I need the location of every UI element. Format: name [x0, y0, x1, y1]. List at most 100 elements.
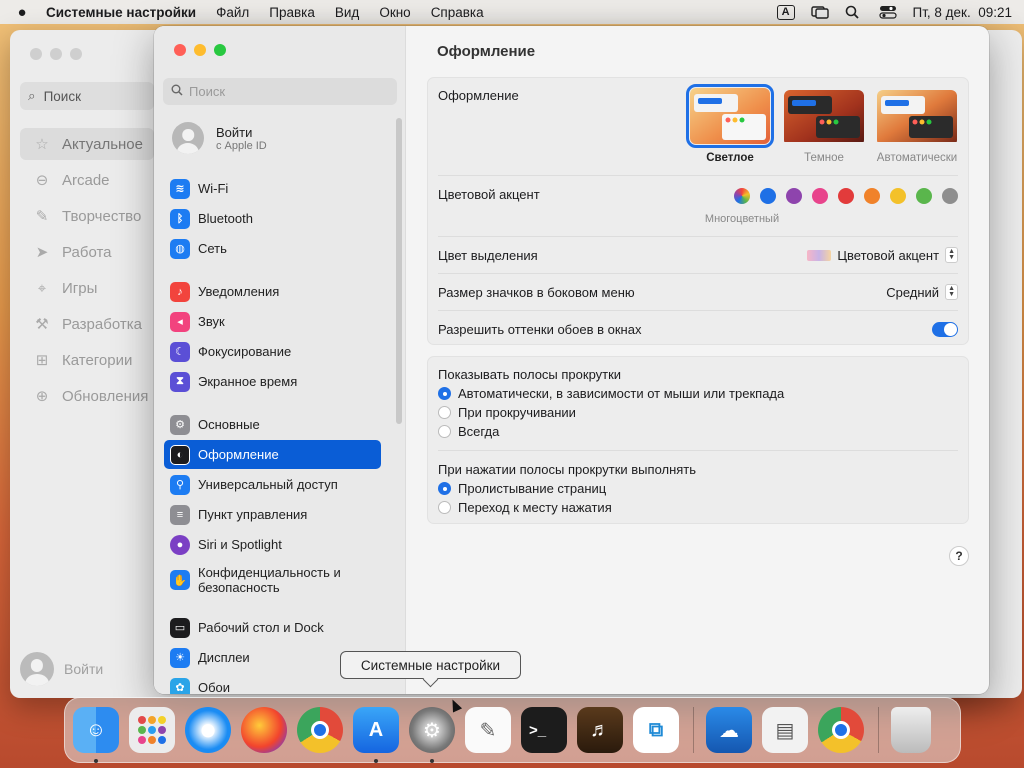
launchpad-icon[interactable] [129, 707, 175, 753]
firefox-icon[interactable] [241, 707, 287, 753]
accent-swatch-4[interactable] [838, 188, 854, 204]
textedit-icon[interactable]: ✎ [465, 707, 511, 753]
accent-caption: Многоцветный [704, 213, 780, 225]
trash-icon[interactable] [891, 707, 931, 753]
help-button[interactable]: ? [949, 546, 969, 566]
menu-datetime[interactable]: Пт, 8 дек. 09:21 [913, 5, 1012, 20]
scrollbars-option-auto[interactable]: Автоматически, в зависимости от мыши или… [438, 386, 958, 401]
page-title: Оформление [437, 43, 536, 60]
menu-window[interactable]: Окно [379, 5, 410, 20]
app-store-icon[interactable]: A [353, 707, 399, 763]
theme-dark-thumb[interactable] [784, 90, 864, 146]
dock-separator [693, 707, 694, 753]
radio[interactable] [438, 501, 451, 514]
accent-swatch-2[interactable] [786, 188, 802, 204]
running-indicator [374, 759, 378, 763]
close-button[interactable] [174, 44, 186, 56]
accent-swatch-6[interactable] [890, 188, 906, 204]
zoom-button[interactable] [214, 44, 226, 56]
screen-mirroring-icon[interactable] [810, 5, 829, 19]
spotlight-icon[interactable] [845, 5, 863, 19]
menu-file[interactable]: Файл [216, 5, 249, 20]
desktop-icon: ▭ [170, 617, 190, 638]
archive-utility-icon[interactable]: ▤ [762, 707, 808, 753]
theme-auto-label[interactable]: Автоматически [869, 152, 965, 164]
radio-selected[interactable] [438, 482, 451, 495]
bg-search-field[interactable]: ⌕ Поиск [20, 82, 154, 110]
scrollbars-option-always[interactable]: Всегда [438, 424, 958, 439]
apple-id-label: с Apple ID [216, 139, 267, 152]
bg-item-arcade[interactable]: ⊖ Arcade [20, 164, 154, 196]
accent-swatch-1[interactable] [760, 188, 776, 204]
sidebar-item-siri-spotlight[interactable]: ● Siri и Spotlight [164, 530, 381, 559]
sidebar-item-appearance[interactable]: ◐ Оформление [164, 440, 381, 469]
sidebar-item-notifications[interactable]: ♪ Уведомления [164, 277, 381, 306]
theme-light-thumb[interactable] [686, 84, 774, 148]
sidebar-item-desktop-dock[interactable]: ▭ Рабочий стол и Dock [164, 613, 381, 642]
running-indicator [430, 759, 434, 763]
bg-item-work[interactable]: ➤ Работа [20, 236, 154, 268]
bg-item-create[interactable]: ✎ Творчество [20, 200, 154, 232]
scrollbars-heading: Показывать полосы прокрутки [438, 367, 622, 382]
menu-view[interactable]: Вид [335, 5, 359, 20]
sidebar-item-general[interactable]: ⚙ Основные [164, 410, 381, 439]
sidebar-item-privacy[interactable]: ✋ Конфиденциальность и безопасность [164, 560, 381, 600]
paperplane-icon: ➤ [35, 244, 49, 261]
accent-swatch-7[interactable] [916, 188, 932, 204]
radio[interactable] [438, 406, 451, 419]
bg-item-featured[interactable]: ☆ Актуальное [20, 128, 154, 160]
divider [438, 310, 958, 311]
menu-edit[interactable]: Правка [269, 5, 315, 20]
theme-dark-label[interactable]: Темное [776, 152, 872, 164]
click-option-spot[interactable]: Переход к месту нажатия [438, 500, 958, 515]
bg-item-categories[interactable]: ⊞ Категории [20, 344, 154, 376]
chrome-icon-2[interactable] [818, 707, 864, 753]
click-option-page[interactable]: Пролистывание страниц [438, 481, 958, 496]
apple-menu-icon[interactable]: ● [12, 4, 32, 21]
sidebar-item-focus[interactable]: ☾ Фокусирование [164, 337, 381, 366]
bg-sign-in[interactable]: Войти [20, 652, 103, 686]
radio[interactable] [438, 425, 451, 438]
highlight-popup[interactable]: Цветовой акцент ▲ ▼ [807, 247, 958, 263]
weather-icon[interactable]: ☁ [706, 707, 752, 753]
bg-item-develop[interactable]: ⚒ Разработка [20, 308, 154, 340]
sidebar-item-sound[interactable]: ◂ Звук [164, 307, 381, 336]
garageband-icon[interactable]: ♬ [577, 707, 623, 753]
sidebar-item-control-center[interactable]: ≡ Пункт управления [164, 500, 381, 529]
scrollbars-option-scrolling[interactable]: При прокручивании [438, 405, 958, 420]
icon-size-popup[interactable]: Средний ▲ ▼ [886, 284, 958, 300]
bg-item-updates[interactable]: ⊕ Обновления [20, 380, 154, 412]
input-source-icon[interactable]: A [776, 4, 795, 20]
sidebar-scrollbar[interactable] [396, 118, 402, 424]
sun-icon: ☀ [170, 647, 190, 668]
accent-swatch-3[interactable] [812, 188, 828, 204]
sidebar-item-bluetooth[interactable]: ᛒ Bluetooth [164, 204, 381, 233]
finder-icon[interactable]: ☺ [73, 707, 119, 763]
accent-swatch-8[interactable] [942, 188, 958, 204]
chrome-icon[interactable] [297, 707, 343, 753]
terminal-icon[interactable]: >_ [521, 707, 567, 753]
radio-selected[interactable] [438, 387, 451, 400]
sidebar-item-screen-time[interactable]: ⧗ Экранное время [164, 367, 381, 396]
tint-toggle[interactable] [932, 322, 958, 337]
accent-swatch-5[interactable] [864, 188, 880, 204]
menu-help[interactable]: Справка [431, 5, 484, 20]
sidebar-item-wifi[interactable]: ≋ Wi-Fi [164, 174, 381, 203]
menu-app-name[interactable]: Системные настройки [46, 5, 196, 20]
theme-light-label[interactable]: Светлое [682, 152, 778, 164]
safari-icon[interactable]: ⊘ [185, 707, 231, 753]
highlight-row: Цвет выделения Цветовой акцент ▲ ▼ [438, 246, 958, 264]
vscode-icon[interactable]: ⧉ [633, 707, 679, 753]
theme-auto-thumb[interactable] [877, 90, 957, 146]
accent-multicolor-swatch[interactable] [734, 188, 750, 204]
click-heading: При нажатии полосы прокрутки выполнять [438, 462, 697, 477]
bg-item-play[interactable]: ⌖ Игры [20, 272, 154, 304]
sidebar-item-accessibility[interactable]: ⚲ Универсальный доступ [164, 470, 381, 499]
sidebar-item-network[interactable]: ◍ Сеть [164, 234, 381, 263]
control-center-icon[interactable] [878, 5, 897, 19]
window-controls [174, 44, 226, 56]
apple-id-sign-in[interactable]: Войти с Apple ID [172, 122, 267, 154]
system-settings-icon[interactable]: ⚙ [409, 707, 455, 763]
sidebar-search-input[interactable]: Поиск [163, 78, 397, 105]
minimize-button[interactable] [194, 44, 206, 56]
